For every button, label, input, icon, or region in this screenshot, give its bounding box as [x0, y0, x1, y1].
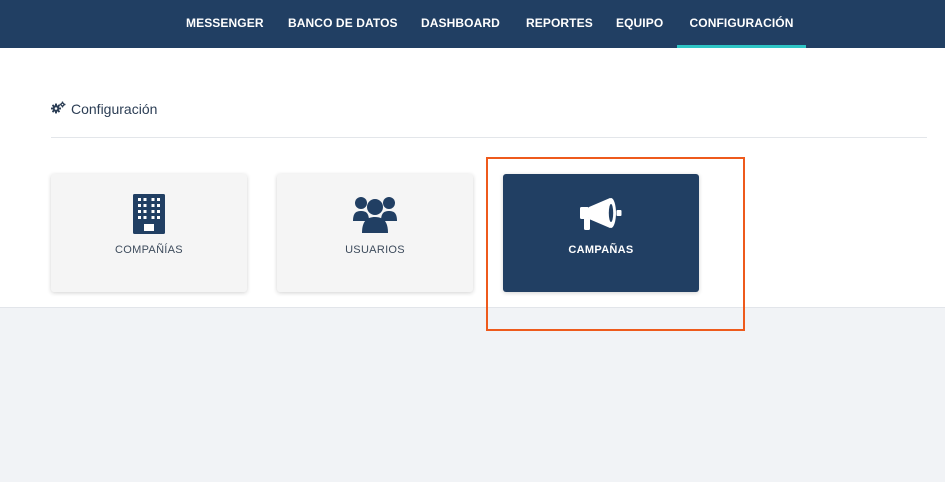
- companias-card-label: COMPAÑÍAS: [115, 244, 183, 256]
- nav-item-reportes[interactable]: REPORTES: [526, 0, 593, 48]
- users-icon: [277, 194, 473, 234]
- page-title-text: Configuración: [71, 101, 158, 117]
- nav-item-messenger[interactable]: MESSENGER: [186, 0, 263, 48]
- nav-item-dashboard[interactable]: DASHBOARD: [421, 0, 500, 48]
- building-icon: [51, 194, 247, 234]
- companias-card[interactable]: COMPAÑÍAS: [51, 174, 247, 292]
- gears-icon: [51, 101, 66, 117]
- nav-item-banco-de-datos[interactable]: BANCO DE DATOS: [288, 0, 398, 48]
- nav-item-configuracion[interactable]: CONFIGURACIÓN: [677, 0, 806, 48]
- megaphone-icon: [503, 194, 699, 234]
- campanas-card-label: CAMPAÑAS: [568, 244, 634, 256]
- usuarios-card-label: USUARIOS: [345, 244, 405, 256]
- main-content-panel: Configuración COMPAÑÍAS USUARIOS CAMPAÑA…: [0, 48, 945, 308]
- usuarios-card[interactable]: USUARIOS: [277, 174, 473, 292]
- top-navigation-bar: MESSENGER BANCO DE DATOS DASHBOARD REPOR…: [0, 0, 945, 48]
- page-title: Configuración: [51, 100, 157, 118]
- title-divider: [51, 137, 927, 138]
- nav-item-equipo[interactable]: EQUIPO: [616, 0, 663, 48]
- campanas-card[interactable]: CAMPAÑAS: [503, 174, 699, 292]
